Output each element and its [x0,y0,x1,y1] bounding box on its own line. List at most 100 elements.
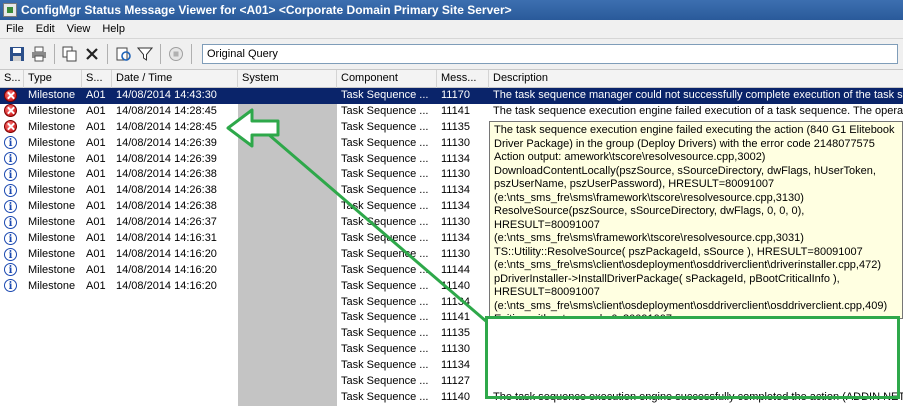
site-cell: A01 [86,136,106,149]
system-cell [238,88,337,104]
site-cell [82,358,112,374]
column-site[interactable]: S... [82,70,112,88]
tooltip-line: (e:\nts_sms_fre\sms\client\osdeployment\… [494,299,888,312]
print-icon[interactable] [28,43,50,65]
site-cell: A01 [86,152,106,165]
tooltip-line: Action output: amework\tscore\resolvesou… [494,151,766,163]
type-cell [24,295,82,311]
system-cell [238,278,337,295]
type-cell: Milestone [28,152,76,165]
type-cell [24,310,82,326]
stop-icon[interactable] [165,43,187,65]
system-cell [238,358,337,375]
site-cell: A01 [86,279,106,292]
message-id-cell: 11134 [441,184,470,197]
column-component[interactable]: Component [337,70,437,88]
toolbar: Original Query [0,38,903,70]
description-tooltip: The task sequence execution engine faile… [489,121,903,319]
datetime-cell: 14/08/2014 14:26:37 [116,216,217,229]
severity-cell [0,247,24,263]
severity-cell [0,231,24,247]
menu-view[interactable]: View [61,23,97,35]
datetime-cell [112,326,238,342]
annotation-highlight-box [485,316,900,399]
system-cell [238,326,337,343]
error-icon [4,88,17,102]
datetime-cell: 14/08/2014 14:16:31 [116,232,217,245]
severity-cell [0,326,24,342]
query-selector[interactable]: Original Query [202,44,898,64]
info-icon [4,199,17,215]
component-cell: Task Sequence ... [341,200,429,213]
info-icon [4,247,17,263]
system-cell [238,310,337,327]
message-id-cell: 11130 [441,247,470,260]
tooltip-line: DownloadContentLocally(pszSource, sSourc… [494,164,876,177]
site-cell: A01 [86,200,106,213]
system-cell [238,231,337,247]
datetime-cell [112,374,238,390]
message-id-cell: 11130 [441,343,470,356]
component-cell: Task Sequence ... [341,104,429,117]
filter-icon[interactable] [134,43,156,65]
column-type[interactable]: Type [24,70,82,88]
datetime-cell: 14/08/2014 14:28:45 [116,120,217,133]
type-cell [24,358,82,374]
tooltip-line: ResolveSource(pszSource, sSourceDirector… [494,205,805,217]
component-cell: Task Sequence ... [341,359,429,372]
datetime-cell: 14/08/2014 14:28:45 [116,104,217,117]
system-cell [238,294,337,311]
column-severity[interactable]: S... [0,70,24,88]
tooltip-line: The task sequence execution engine faile… [494,124,895,136]
tooltip-line: TS::Utility::ResolveSource( pszPackageId… [494,245,863,258]
table-row[interactable]: Milestone A01 14/08/2014 14:28:45 Task Sequ… [0,103,903,120]
datetime-cell: 14/08/2014 14:26:39 [116,136,217,149]
type-cell: Milestone [28,232,76,245]
severity-cell [0,390,24,406]
column-datetime[interactable]: Date / Time [112,70,238,88]
type-cell [24,326,82,342]
column-message-id[interactable]: Mess... [437,70,489,88]
component-cell: Task Sequence ... [341,390,429,403]
system-cell [238,389,337,406]
component-cell: Task Sequence ... [341,89,429,101]
system-cell [238,135,337,152]
copy-icon[interactable] [59,43,81,65]
toolbar-separator [160,44,161,64]
site-cell: A01 [86,104,106,117]
message-id-cell: 11141 [441,311,470,324]
table-row[interactable]: Milestone A01 14/08/2014 14:43:30 Task Sequ… [0,88,903,104]
type-cell: Milestone [28,216,76,229]
refresh-icon[interactable] [112,43,134,65]
system-cell [238,246,337,263]
system-cell [238,199,337,216]
info-icon [4,183,17,199]
menu-edit[interactable]: Edit [30,23,61,35]
site-cell: A01 [86,216,106,229]
severity-cell [0,183,24,199]
system-cell [238,119,337,136]
severity-cell [0,120,24,136]
component-cell: Task Sequence ... [341,247,429,260]
description-cell: The task sequence execution engine faile… [493,104,903,117]
toolbar-separator [191,44,192,64]
menu-help[interactable]: Help [96,23,131,35]
tooltip-line: (e:\nts_sms_fre\sms\framework\tscore\res… [494,232,804,244]
type-cell: Milestone [28,247,76,260]
message-id-cell: 11134 [441,200,470,213]
toolbar-separator [54,44,55,64]
message-id-cell: 11170 [441,89,470,101]
delete-icon[interactable] [81,43,103,65]
column-description[interactable]: Description [489,70,903,88]
title-bar: ConfigMgr Status Message Viewer for <A01… [0,0,903,20]
window-title: ConfigMgr Status Message Viewer for <A01… [21,3,512,17]
info-icon [4,231,17,247]
site-cell [82,326,112,342]
component-cell: Task Sequence ... [341,152,429,165]
column-system[interactable]: System [238,70,337,88]
message-id-cell: 11141 [441,104,470,117]
menu-file[interactable]: File [0,23,30,35]
component-cell: Task Sequence ... [341,263,429,276]
save-icon[interactable] [6,43,28,65]
message-id-cell: 11134 [441,232,470,245]
